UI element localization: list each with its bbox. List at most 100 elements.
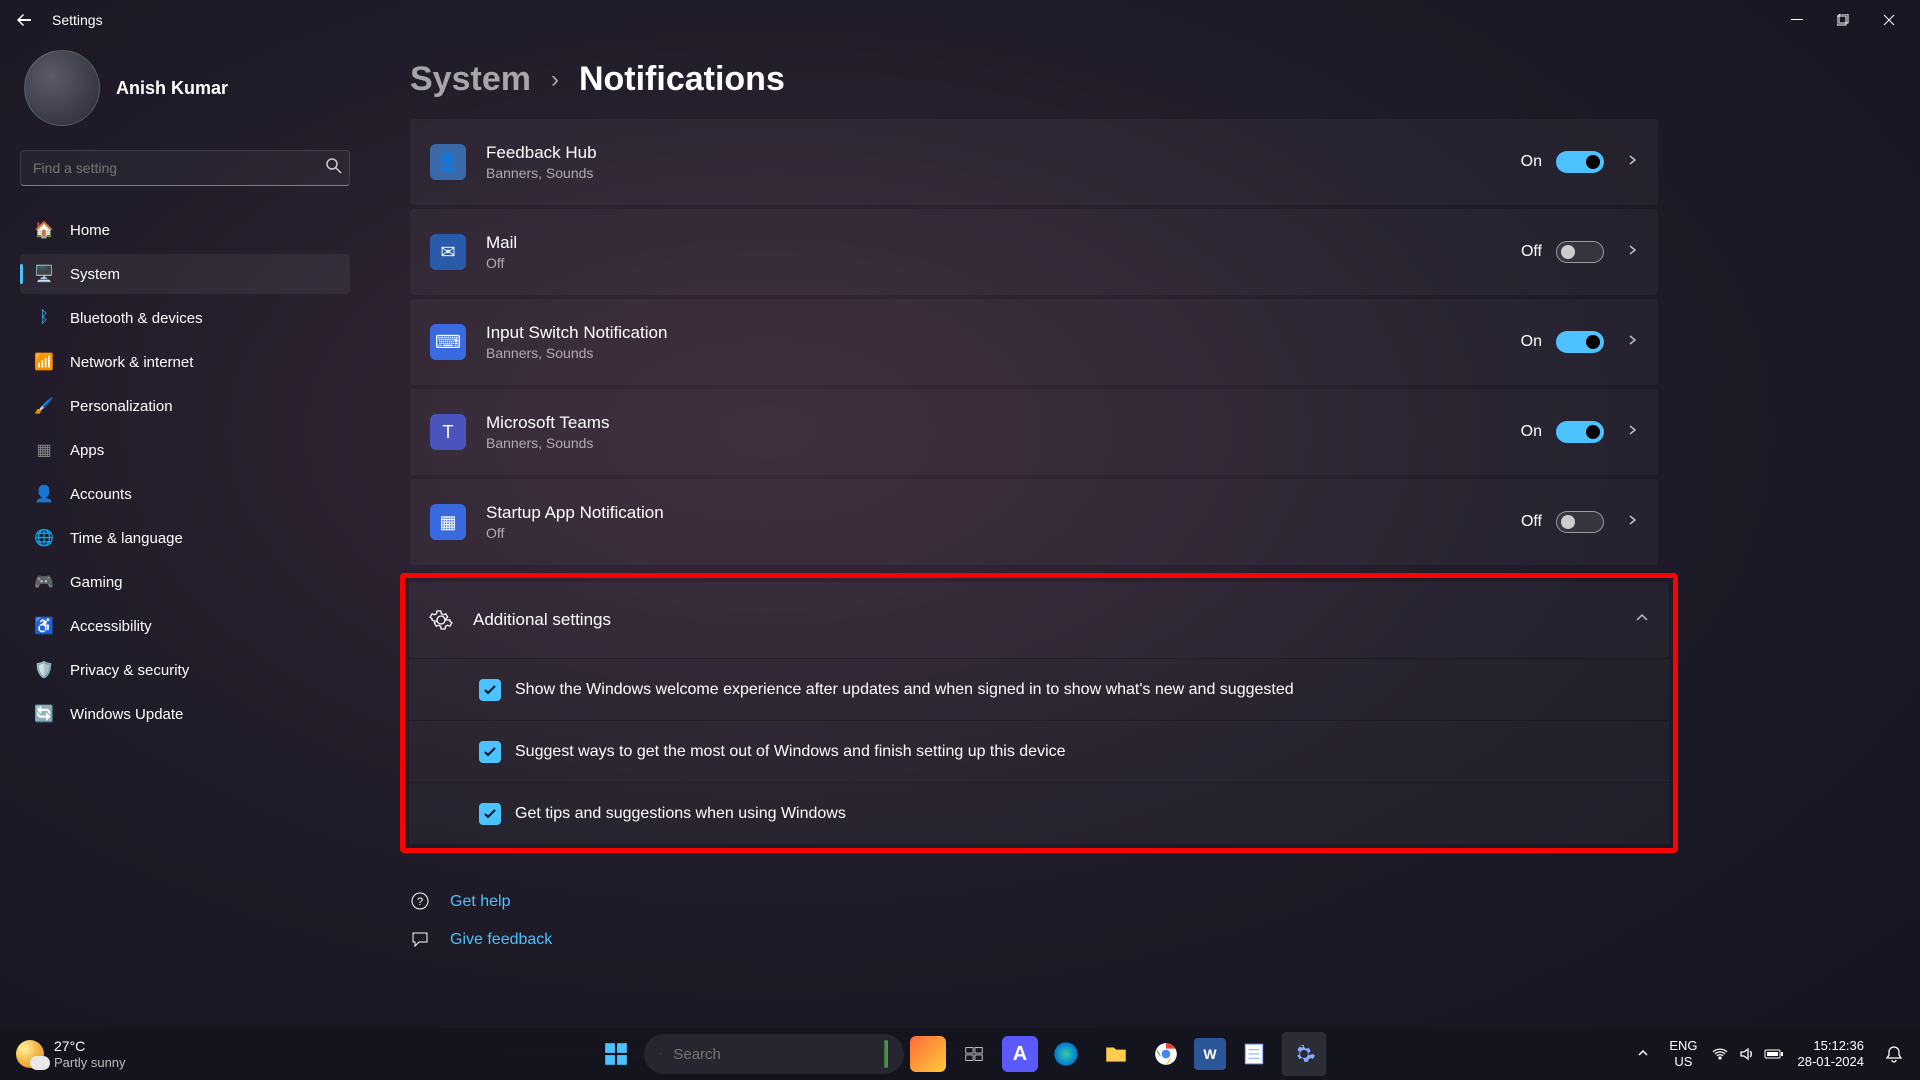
taskbar-explorer[interactable] <box>1094 1032 1138 1076</box>
nav-label: Gaming <box>70 574 123 591</box>
app-icon: ✉ <box>430 234 466 270</box>
svg-text:?: ? <box>417 896 423 908</box>
nav-item-personalization[interactable]: 🖌️Personalization <box>20 386 350 426</box>
nav-icon: 🛡️ <box>34 660 54 680</box>
checkbox-row[interactable]: Show the Windows welcome experience afte… <box>409 658 1669 720</box>
nav-icon: 🌐 <box>34 528 54 548</box>
app-row[interactable]: T Microsoft Teams Banners, Sounds On <box>410 389 1658 475</box>
minimize-button[interactable] <box>1774 4 1820 36</box>
give-feedback-link[interactable]: Give feedback <box>410 921 1880 959</box>
checkbox[interactable] <box>479 803 501 825</box>
taskbar-word[interactable]: W <box>1194 1038 1226 1070</box>
tray-language[interactable]: ENG US <box>1663 1034 1703 1073</box>
sidebar: Anish Kumar 🏠Home🖥️SystemᛒBluetooth & de… <box>0 40 370 1028</box>
nav-item-windows-update[interactable]: 🔄Windows Update <box>20 694 350 734</box>
chevron-right-icon <box>1626 153 1638 171</box>
notification-center-button[interactable] <box>1878 1038 1910 1070</box>
nav-item-time-language[interactable]: 🌐Time & language <box>20 518 350 558</box>
search-icon[interactable] <box>326 158 342 179</box>
toggle-state-label: Off <box>1521 243 1542 261</box>
taskbar-task-view[interactable] <box>952 1032 996 1076</box>
user-profile[interactable]: Anish Kumar <box>20 50 350 126</box>
app-row[interactable]: 👤 Feedback Hub Banners, Sounds On <box>410 119 1658 205</box>
taskbar-app-1[interactable] <box>910 1036 946 1072</box>
additional-settings-header[interactable]: Additional settings <box>409 582 1669 658</box>
toggle-state-label: On <box>1521 423 1542 441</box>
tray-status-icons[interactable] <box>1712 1046 1784 1062</box>
help-icon: ? <box>410 891 432 913</box>
maximize-button[interactable] <box>1820 4 1866 36</box>
app-icon: 👤 <box>430 144 466 180</box>
taskbar-notepad[interactable] <box>1232 1032 1276 1076</box>
give-feedback-label: Give feedback <box>450 931 552 949</box>
additional-settings-options: Show the Windows welcome experience afte… <box>409 658 1669 844</box>
close-button[interactable] <box>1866 4 1912 36</box>
taskbar-chrome[interactable] <box>1144 1032 1188 1076</box>
start-button[interactable] <box>594 1032 638 1076</box>
toggle-switch[interactable] <box>1556 511 1604 533</box>
app-row[interactable]: ▦ Startup App Notification Off Off <box>410 479 1658 565</box>
nav-icon: 📶 <box>34 352 54 372</box>
main-content[interactable]: System › Notifications 👤 Feedback Hub Ba… <box>370 40 1920 1028</box>
back-button[interactable] <box>8 4 40 36</box>
search-decoration <box>884 1040 888 1068</box>
nav-item-system[interactable]: 🖥️System <box>20 254 350 294</box>
chevron-right-icon <box>1626 423 1638 441</box>
taskbar-app-2[interactable]: A <box>1002 1036 1038 1072</box>
breadcrumb: System › Notifications <box>410 60 1880 99</box>
weather-widget[interactable]: 27°C Partly sunny <box>0 1038 142 1070</box>
window-controls <box>1774 4 1912 36</box>
checkbox[interactable] <box>479 679 501 701</box>
toggle-switch[interactable] <box>1556 331 1604 353</box>
nav-item-gaming[interactable]: 🎮Gaming <box>20 562 350 602</box>
nav-item-bluetooth-devices[interactable]: ᛒBluetooth & devices <box>20 298 350 338</box>
tray-clock[interactable]: 15:12:36 28-01-2024 <box>1792 1034 1871 1073</box>
wifi-icon <box>1712 1046 1728 1062</box>
taskbar-edge[interactable] <box>1044 1032 1088 1076</box>
toggle-switch[interactable] <box>1556 241 1604 263</box>
nav-item-home[interactable]: 🏠Home <box>20 210 350 250</box>
nav-icon: ▦ <box>34 440 54 460</box>
toggle-state-label: Off <box>1521 513 1542 531</box>
get-help-link[interactable]: ? Get help <box>410 883 1880 921</box>
search-wrapper <box>20 150 350 186</box>
search-input[interactable] <box>20 150 350 186</box>
nav-label: Windows Update <box>70 706 183 723</box>
toggle-switch[interactable] <box>1556 151 1604 173</box>
checkbox-label: Show the Windows welcome experience afte… <box>515 681 1294 699</box>
nav-label: Accessibility <box>70 618 152 635</box>
taskbar-search[interactable] <box>644 1034 904 1074</box>
nav-label: System <box>70 266 120 283</box>
volume-icon <box>1738 1046 1754 1062</box>
avatar <box>24 50 100 126</box>
chevron-right-icon <box>1626 513 1638 531</box>
taskbar-center: A W <box>594 1032 1326 1076</box>
checkbox-row[interactable]: Get tips and suggestions when using Wind… <box>409 782 1669 844</box>
app-row[interactable]: ⌨ Input Switch Notification Banners, Sou… <box>410 299 1658 385</box>
nav-item-privacy-security[interactable]: 🛡️Privacy & security <box>20 650 350 690</box>
app-subtitle: Off <box>486 255 1521 271</box>
nav-item-network-internet[interactable]: 📶Network & internet <box>20 342 350 382</box>
checkbox-row[interactable]: Suggest ways to get the most out of Wind… <box>409 720 1669 782</box>
app-name: Input Switch Notification <box>486 323 1521 343</box>
nav-item-accessibility[interactable]: ♿ Accessibility <box>20 606 350 646</box>
app-row[interactable]: ✉ Mail Off Off <box>410 209 1658 295</box>
tray-overflow[interactable] <box>1631 1043 1655 1066</box>
system-tray: ENG US 15:12:36 28-01-2024 <box>1631 1034 1920 1073</box>
nav-item-apps[interactable]: ▦Apps <box>20 430 350 470</box>
nav-icon: ♿ <box>34 616 54 636</box>
get-help-label: Get help <box>450 893 510 911</box>
taskbar-settings[interactable] <box>1282 1032 1326 1076</box>
toggle-state-label: On <box>1521 153 1542 171</box>
titlebar: Settings <box>0 0 1920 40</box>
nav-item-accounts[interactable]: 👤Accounts <box>20 474 350 514</box>
app-notification-list: 👤 Feedback Hub Banners, Sounds On ✉ Mail… <box>410 119 1658 565</box>
breadcrumb-parent[interactable]: System <box>410 60 531 99</box>
app-icon: ▦ <box>430 504 466 540</box>
taskbar-search-input[interactable] <box>673 1046 872 1063</box>
checkbox[interactable] <box>479 741 501 763</box>
nav-icon: ᛒ <box>34 308 54 328</box>
checkbox-label: Suggest ways to get the most out of Wind… <box>515 743 1066 761</box>
toggle-switch[interactable] <box>1556 421 1604 443</box>
taskbar: 27°C Partly sunny A W ENG US <box>0 1028 1920 1080</box>
